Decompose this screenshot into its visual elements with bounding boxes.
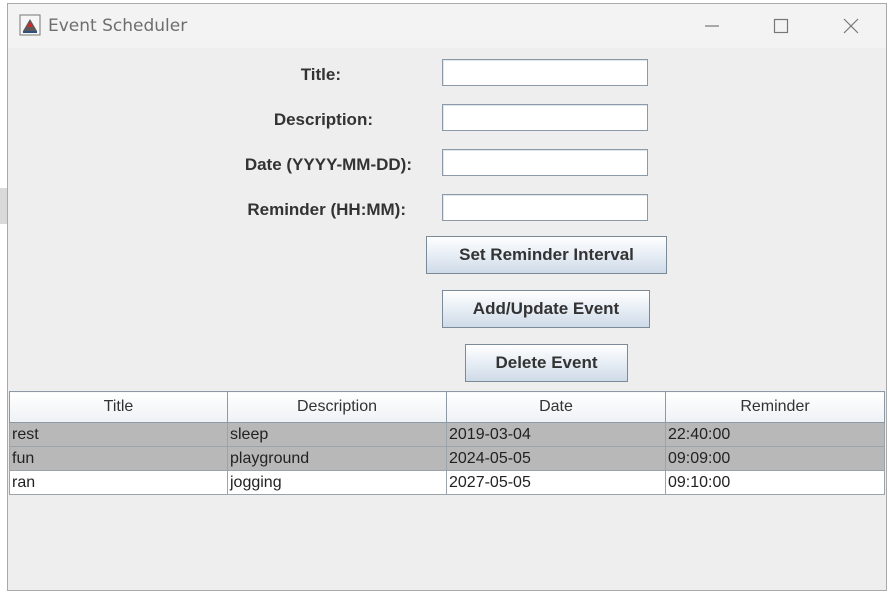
background-window-edge: [0, 188, 7, 224]
set-reminder-interval-button[interactable]: Set Reminder Interval: [426, 236, 667, 274]
cell-date[interactable]: 2027-05-05: [446, 470, 666, 495]
add-update-event-label: Add/Update Event: [472, 299, 620, 318]
description-label: Description:: [273, 110, 373, 129]
date-field[interactable]: [442, 149, 648, 176]
minimize-button[interactable]: [689, 4, 735, 48]
delete-event-button[interactable]: Delete Event: [465, 344, 628, 382]
content-pane: Title: Description: Date (YYYY-MM-DD): R…: [8, 48, 886, 590]
table-header-row: Title Description Date Reminder: [9, 391, 885, 423]
cell-reminder[interactable]: 22:40:00: [665, 422, 885, 447]
title-field[interactable]: [442, 59, 648, 86]
column-header-reminder[interactable]: Reminder: [665, 391, 885, 423]
window-title: Event Scheduler: [48, 16, 188, 36]
maximize-icon: [773, 18, 789, 34]
cell-description[interactable]: sleep: [227, 422, 447, 447]
close-icon: [843, 18, 859, 34]
cell-description[interactable]: jogging: [227, 470, 447, 495]
minimize-icon: [705, 25, 719, 27]
set-reminder-interval-label: Set Reminder Interval: [459, 245, 634, 264]
table-row[interactable]: fun playground 2024-05-05 09:09:00: [9, 446, 885, 471]
cell-title[interactable]: fun: [9, 446, 228, 471]
close-button[interactable]: [828, 4, 874, 48]
column-header-title[interactable]: Title: [9, 391, 228, 423]
table-row[interactable]: ran jogging 2027-05-05 09:10:00: [9, 470, 885, 495]
cell-reminder[interactable]: 09:09:00: [665, 446, 885, 471]
cell-date[interactable]: 2019-03-04: [446, 422, 666, 447]
description-field[interactable]: [442, 104, 648, 131]
title-bar[interactable]: Event Scheduler: [8, 4, 886, 48]
delete-event-label: Delete Event: [495, 353, 598, 372]
add-update-event-button[interactable]: Add/Update Event: [442, 290, 650, 328]
java-cup-icon: [19, 14, 41, 36]
cell-title[interactable]: ran: [9, 470, 228, 495]
maximize-button[interactable]: [758, 4, 804, 48]
table-row[interactable]: rest sleep 2019-03-04 22:40:00: [9, 422, 885, 447]
column-header-description[interactable]: Description: [227, 391, 447, 423]
cell-title[interactable]: rest: [9, 422, 228, 447]
cell-description[interactable]: playground: [227, 446, 447, 471]
cell-reminder[interactable]: 09:10:00: [665, 470, 885, 495]
title-label: Title:: [300, 65, 341, 84]
events-table[interactable]: Title Description Date Reminder rest sle…: [9, 391, 885, 495]
reminder-label: Reminder (HH:MM):: [247, 200, 406, 219]
date-label: Date (YYYY-MM-DD):: [244, 155, 412, 174]
event-scheduler-window: Event Scheduler Title: Description: Date…: [7, 3, 887, 591]
reminder-field[interactable]: [442, 194, 648, 221]
cell-date[interactable]: 2024-05-05: [446, 446, 666, 471]
column-header-date[interactable]: Date: [446, 391, 666, 423]
